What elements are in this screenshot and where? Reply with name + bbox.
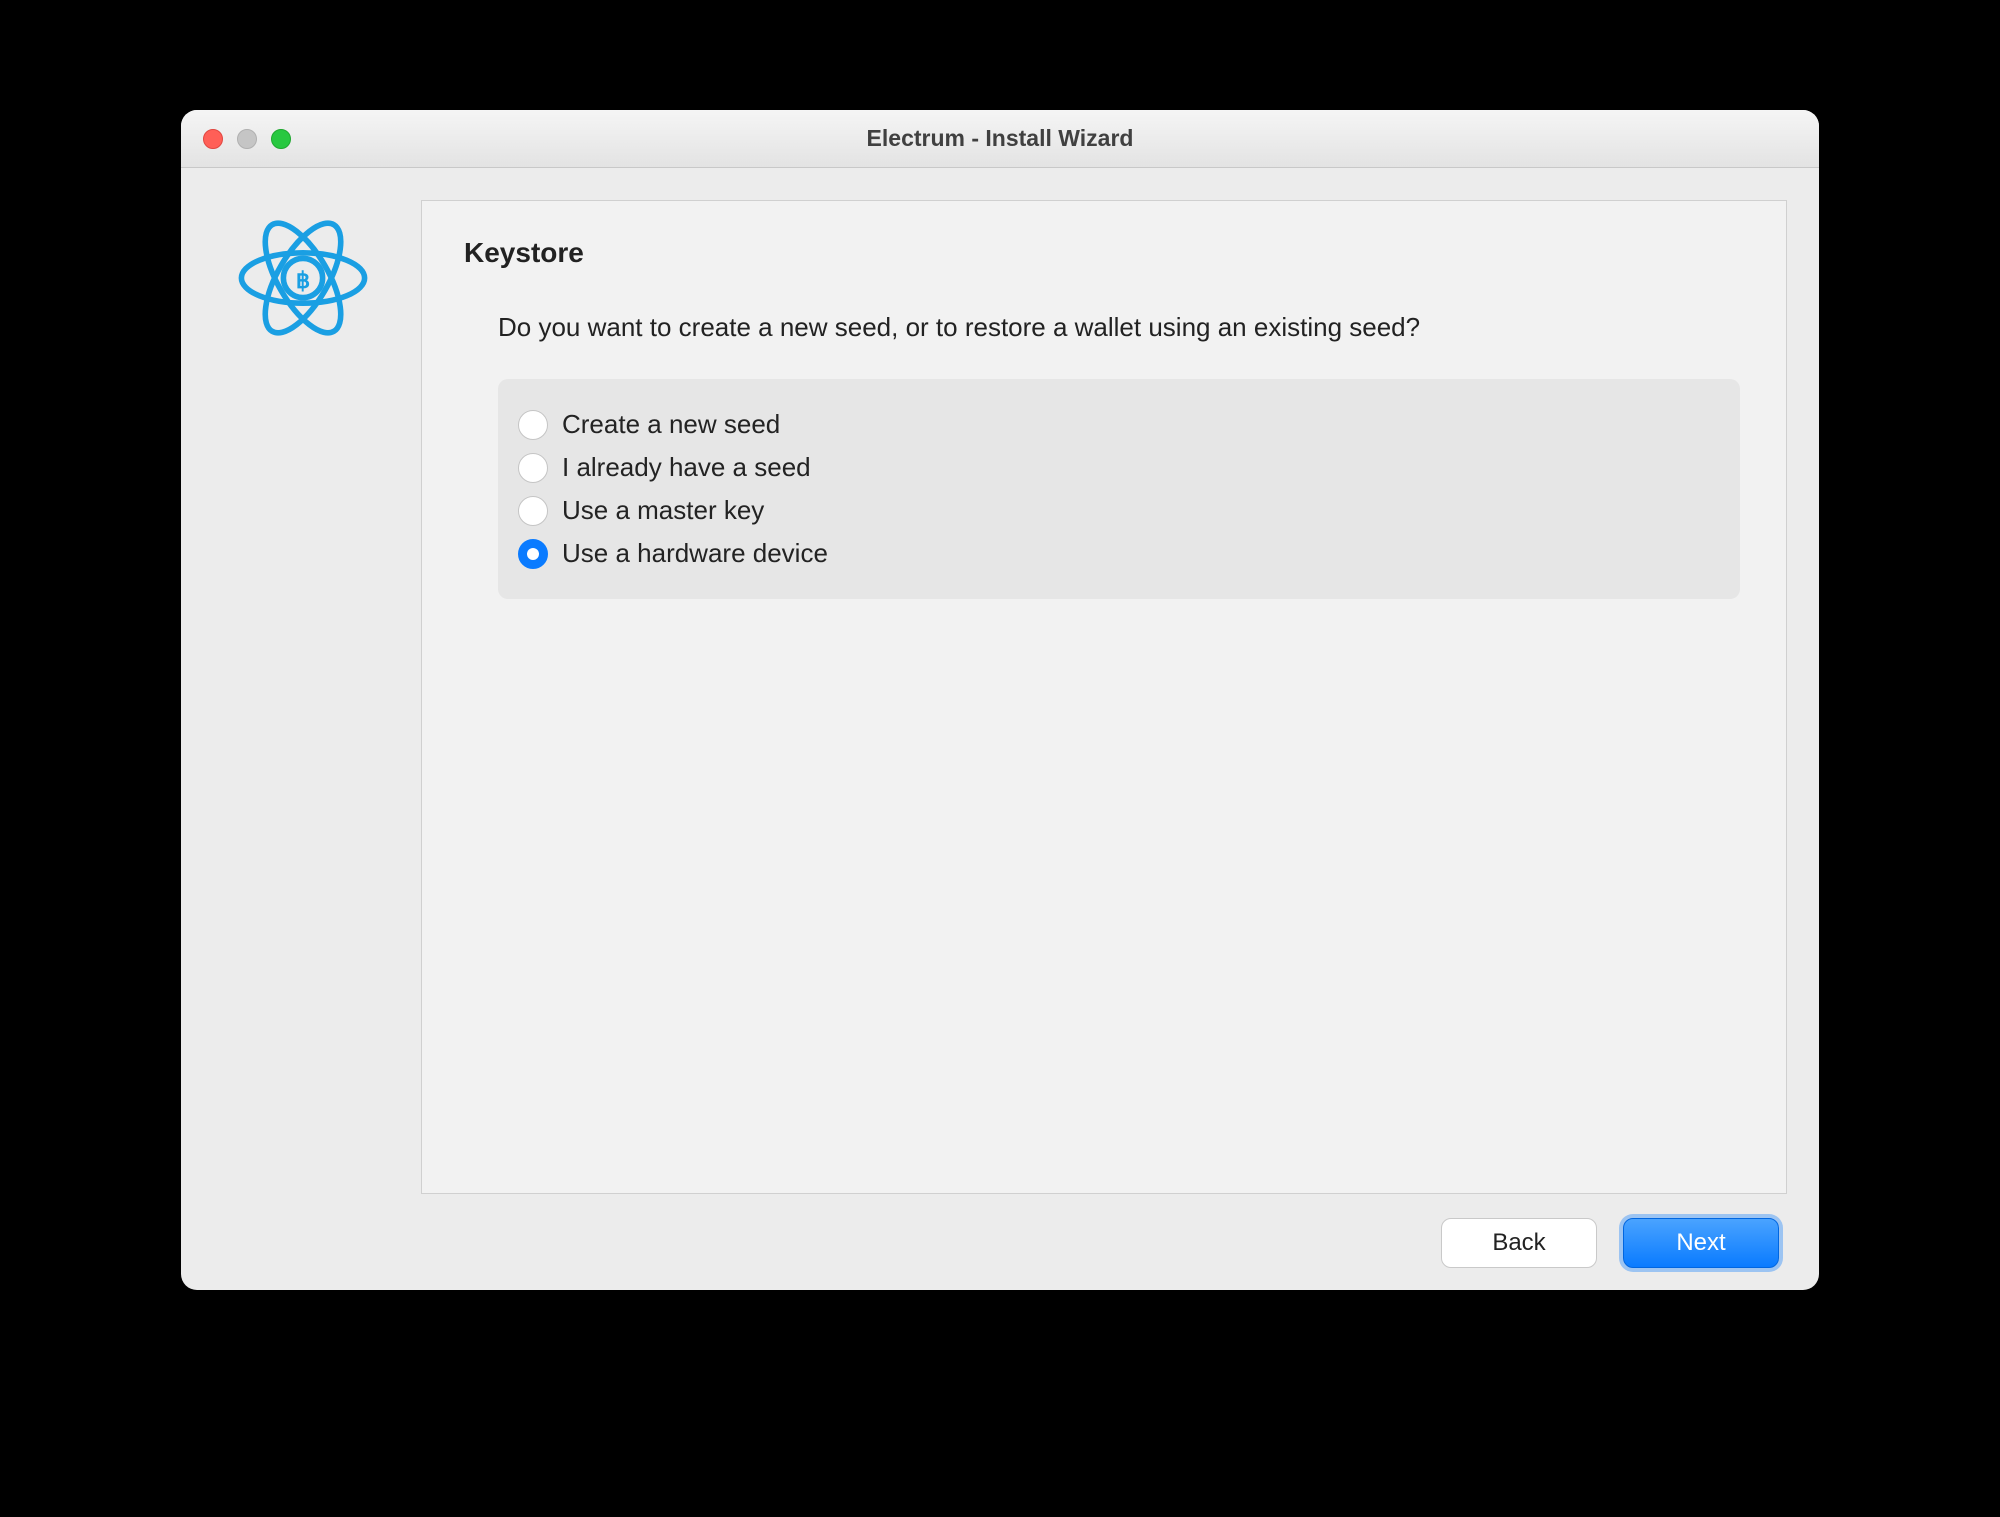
option-hardware-device[interactable]: Use a hardware device bbox=[518, 532, 1720, 575]
electrum-logo-icon: ฿ bbox=[233, 208, 373, 1194]
close-icon[interactable] bbox=[203, 129, 223, 149]
panel-prompt: Do you want to create a new seed, or to … bbox=[464, 309, 1744, 345]
option-label: Use a hardware device bbox=[562, 538, 828, 569]
window-controls bbox=[181, 129, 291, 149]
minimize-icon[interactable] bbox=[237, 129, 257, 149]
svg-text:฿: ฿ bbox=[296, 268, 310, 293]
main-row: ฿ Keystore Do you want to create a new s… bbox=[213, 200, 1787, 1194]
option-label: Use a master key bbox=[562, 495, 764, 526]
radio-icon bbox=[518, 410, 548, 440]
panel-heading: Keystore bbox=[464, 237, 1744, 269]
radio-icon bbox=[518, 496, 548, 526]
option-label: I already have a seed bbox=[562, 452, 811, 483]
option-master-key[interactable]: Use a master key bbox=[518, 489, 1720, 532]
radio-icon bbox=[518, 539, 548, 569]
option-have-seed[interactable]: I already have a seed bbox=[518, 446, 1720, 489]
logo-column: ฿ bbox=[213, 200, 393, 1194]
install-wizard-window: Electrum - Install Wizard ฿ bbox=[181, 110, 1819, 1290]
window-title: Electrum - Install Wizard bbox=[181, 125, 1819, 152]
radio-icon bbox=[518, 453, 548, 483]
options-group: Create a new seed I already have a seed … bbox=[498, 379, 1740, 599]
maximize-icon[interactable] bbox=[271, 129, 291, 149]
window-body: ฿ Keystore Do you want to create a new s… bbox=[181, 168, 1819, 1290]
content-panel: Keystore Do you want to create a new see… bbox=[421, 200, 1787, 1194]
option-label: Create a new seed bbox=[562, 409, 780, 440]
next-button[interactable]: Next bbox=[1623, 1218, 1779, 1268]
titlebar: Electrum - Install Wizard bbox=[181, 110, 1819, 168]
option-create-new-seed[interactable]: Create a new seed bbox=[518, 403, 1720, 446]
back-button[interactable]: Back bbox=[1441, 1218, 1597, 1268]
button-row: Back Next bbox=[213, 1194, 1787, 1268]
